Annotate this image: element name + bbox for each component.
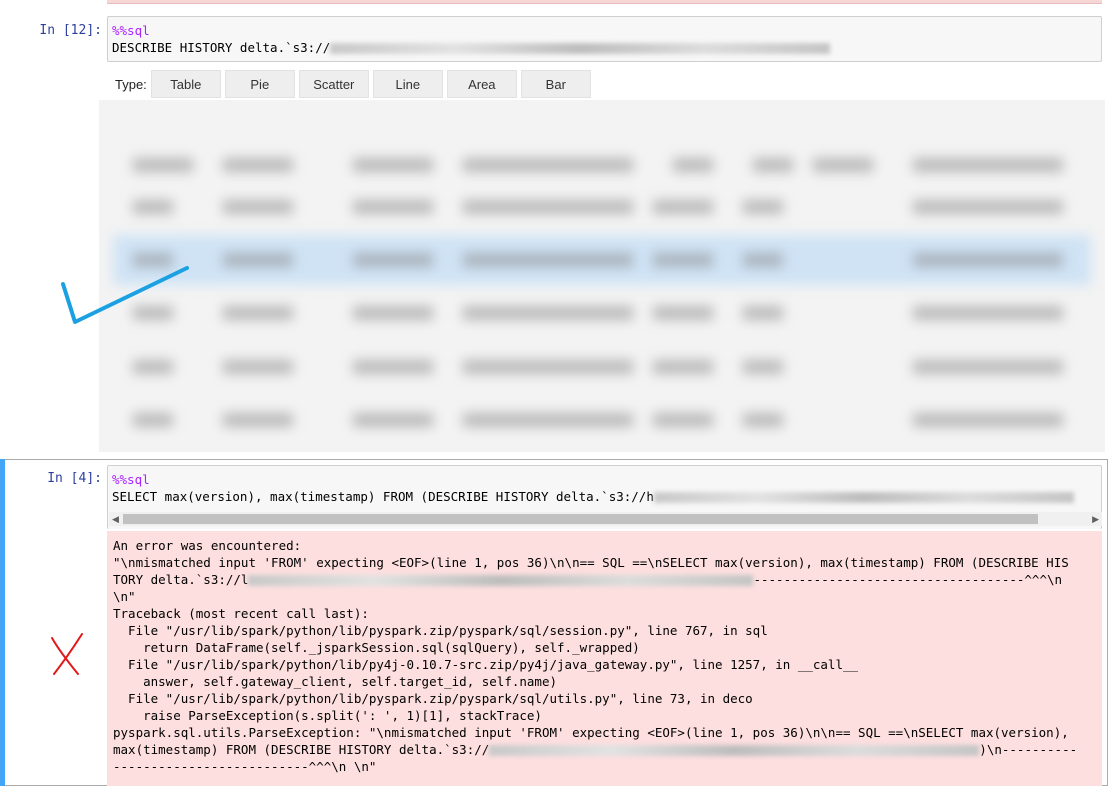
table-row <box>113 182 1091 232</box>
type-button-table[interactable]: Table <box>150 70 221 98</box>
table-row <box>113 342 1091 392</box>
table-row-selected <box>113 235 1091 285</box>
cell-4-prompt: In [4]: <box>47 471 102 486</box>
error-line: File "/usr/lib/spark/python/lib/py4j-0.1… <box>113 657 859 672</box>
checkmark-icon <box>61 266 189 324</box>
redacted-path <box>653 492 1074 503</box>
type-button-line[interactable]: Line <box>372 70 443 98</box>
type-button-area[interactable]: Area <box>446 70 517 98</box>
cell-12-prompt: In [12]: <box>39 23 102 38</box>
error-line: "\nmismatched input 'FROM' expecting <EO… <box>113 555 1069 570</box>
error-line: --------------------------^^^\n \n" <box>113 759 377 774</box>
type-button-pie[interactable]: Pie <box>224 70 295 98</box>
cell-12-magic: %%sql <box>112 23 150 38</box>
redacted-path <box>489 745 980 756</box>
cell-4-magic: %%sql <box>112 472 150 487</box>
error-line: An error was encountered: <box>113 538 302 553</box>
redacted-path <box>330 43 831 54</box>
error-output: An error was encountered: "\nmismatched i… <box>107 531 1102 786</box>
error-line: answer, self.gateway_client, self.target… <box>113 674 558 689</box>
previous-output-strip <box>107 0 1102 4</box>
error-line: TORY delta.`s3://l ----------------------… <box>113 571 1096 588</box>
table-row <box>113 288 1091 338</box>
error-line: pyspark.sql.utils.ParseException: "\nmis… <box>113 725 1069 740</box>
scrollbar-thumb[interactable] <box>123 514 1038 524</box>
cell-4-code-line: SELECT max(version), max(timestamp) FROM… <box>112 489 654 504</box>
scroll-left-icon[interactable]: ◀ <box>112 512 119 526</box>
type-button-bar[interactable]: Bar <box>520 70 591 98</box>
type-button-scatter[interactable]: Scatter <box>298 70 369 98</box>
error-line: \n" <box>113 589 136 604</box>
error-line-tail: )\n---------- <box>979 742 1078 757</box>
blurred-result-table <box>99 100 1105 452</box>
error-line-tail: ------------------------------------^^^\… <box>753 572 1063 587</box>
error-line-text: max(timestamp) FROM (DESCRIBE HISTORY de… <box>113 742 490 757</box>
cell-12-code-line: DESCRIBE HISTORY delta.`s3:// <box>112 40 331 55</box>
error-line: raise ParseException(s.split(': ', 1)[1]… <box>113 708 542 723</box>
x-mark-icon <box>51 633 83 675</box>
error-line-text: TORY delta.`s3://l <box>113 572 249 587</box>
chart-type-selector: Type: Table Pie Scatter Line Area Bar <box>107 70 595 98</box>
horizontal-scrollbar[interactable]: ◀ ▶ <box>109 512 1102 526</box>
error-line: File "/usr/lib/spark/python/lib/pyspark.… <box>113 623 768 638</box>
error-line: File "/usr/lib/spark/python/lib/pyspark.… <box>113 691 753 706</box>
cell-12-code-editor[interactable]: %%sql DESCRIBE HISTORY delta.`s3:// <box>107 16 1102 62</box>
error-line: max(timestamp) FROM (DESCRIBE HISTORY de… <box>113 741 1096 758</box>
scroll-right-icon[interactable]: ▶ <box>1092 512 1099 526</box>
error-line: return DataFrame(self._jsparkSession.sql… <box>113 640 640 655</box>
error-line: Traceback (most recent call last): <box>113 606 369 621</box>
redacted-path <box>248 575 754 586</box>
chart-type-label: Type: <box>115 76 147 92</box>
table-row <box>113 395 1091 445</box>
